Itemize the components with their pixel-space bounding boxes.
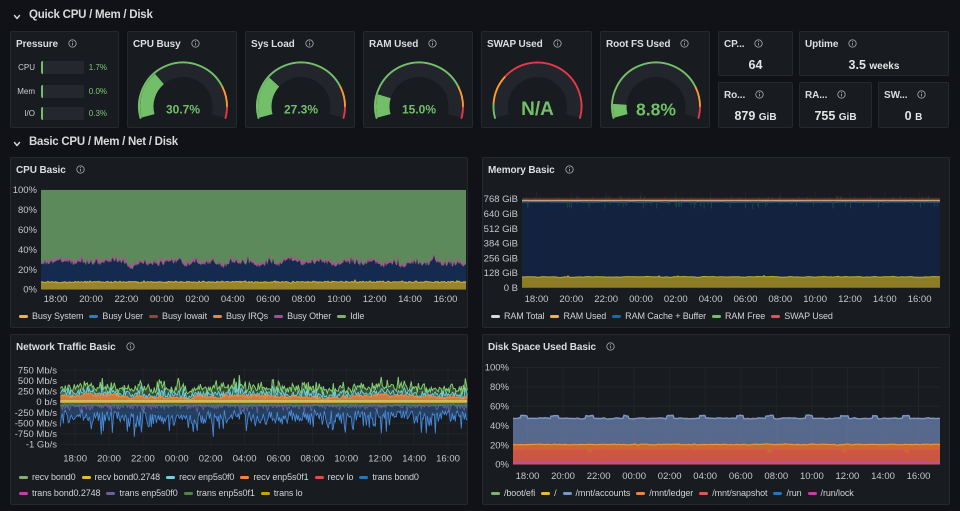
svg-text:22:00: 22:00 [587,471,611,482]
svg-text:-750 Mb/s: -750 Mb/s [15,429,57,440]
svg-text:12:00: 12:00 [838,294,862,305]
svg-text:22:00: 22:00 [594,294,618,305]
svg-text:12:00: 12:00 [836,471,860,482]
svg-text:60%: 60% [18,225,38,236]
svg-text:08:00: 08:00 [292,294,316,305]
svg-text:08:00: 08:00 [768,294,792,305]
svg-text:18:00: 18:00 [516,471,540,482]
svg-text:00:00: 00:00 [150,294,174,305]
svg-text:250 Mb/s: 250 Mb/s [18,387,57,398]
svg-text:10:00: 10:00 [803,294,827,305]
svg-text:40%: 40% [490,421,510,432]
svg-text:10:00: 10:00 [800,471,824,482]
svg-text:20%: 20% [490,440,510,451]
svg-text:15.0%: 15.0% [402,103,436,117]
svg-text:500 Mb/s: 500 Mb/s [18,376,57,387]
svg-text:14:00: 14:00 [402,454,426,465]
svg-text:100%: 100% [485,363,510,374]
svg-text:22:00: 22:00 [115,294,139,305]
svg-text:00:00: 00:00 [622,471,646,482]
svg-text:02:00: 02:00 [664,294,688,305]
svg-text:-1 Gb/s: -1 Gb/s [26,440,57,451]
svg-text:-500 Mb/s: -500 Mb/s [15,418,57,429]
svg-text:00:00: 00:00 [165,454,189,465]
svg-text:04:00: 04:00 [699,294,723,305]
svg-text:27.3%: 27.3% [284,103,318,117]
svg-text:0%: 0% [495,460,509,471]
svg-text:128 GiB: 128 GiB [484,268,518,279]
svg-text:14:00: 14:00 [873,294,897,305]
svg-text:512 GiB: 512 GiB [484,224,518,235]
svg-text:80%: 80% [18,205,38,216]
svg-text:16:00: 16:00 [436,454,460,465]
svg-text:20:00: 20:00 [551,471,575,482]
svg-text:18:00: 18:00 [525,294,549,305]
svg-text:22:00: 22:00 [131,454,155,465]
svg-text:14:00: 14:00 [398,294,422,305]
svg-text:08:00: 08:00 [301,454,325,465]
svg-text:640 GiB: 640 GiB [484,209,518,220]
svg-text:768 GiB: 768 GiB [484,194,518,205]
svg-text:20%: 20% [18,265,38,276]
svg-text:8.8%: 8.8% [636,100,676,120]
svg-text:18:00: 18:00 [63,454,87,465]
svg-text:02:00: 02:00 [185,294,209,305]
svg-text:20:00: 20:00 [559,294,583,305]
svg-text:16:00: 16:00 [908,294,932,305]
svg-text:02:00: 02:00 [658,471,682,482]
svg-text:80%: 80% [490,382,510,393]
svg-text:04:00: 04:00 [693,471,717,482]
svg-text:0 b/s: 0 b/s [36,397,57,408]
svg-text:10:00: 10:00 [334,454,358,465]
svg-text:04:00: 04:00 [221,294,245,305]
svg-text:14:00: 14:00 [871,471,895,482]
svg-text:06:00: 06:00 [729,471,753,482]
svg-text:0 B: 0 B [504,283,518,294]
svg-text:12:00: 12:00 [363,294,387,305]
svg-text:N/A: N/A [521,99,554,120]
svg-text:256 GiB: 256 GiB [484,253,518,264]
svg-text:06:00: 06:00 [734,294,758,305]
svg-text:04:00: 04:00 [233,454,257,465]
svg-text:750 Mb/s: 750 Mb/s [18,365,57,376]
svg-text:20:00: 20:00 [79,294,103,305]
svg-text:0%: 0% [23,285,37,296]
svg-text:12:00: 12:00 [368,454,392,465]
svg-text:30.7%: 30.7% [166,103,200,117]
svg-text:-250 Mb/s: -250 Mb/s [15,408,57,419]
svg-text:20:00: 20:00 [97,454,121,465]
svg-text:02:00: 02:00 [199,454,223,465]
svg-text:18:00: 18:00 [44,294,68,305]
svg-text:06:00: 06:00 [267,454,291,465]
svg-text:60%: 60% [490,402,510,413]
svg-text:06:00: 06:00 [256,294,280,305]
svg-text:00:00: 00:00 [629,294,653,305]
svg-text:40%: 40% [18,245,38,256]
svg-text:384 GiB: 384 GiB [484,239,518,250]
svg-text:16:00: 16:00 [434,294,458,305]
svg-text:10:00: 10:00 [327,294,351,305]
svg-text:08:00: 08:00 [764,471,788,482]
svg-text:100%: 100% [13,185,38,196]
svg-text:16:00: 16:00 [907,471,931,482]
